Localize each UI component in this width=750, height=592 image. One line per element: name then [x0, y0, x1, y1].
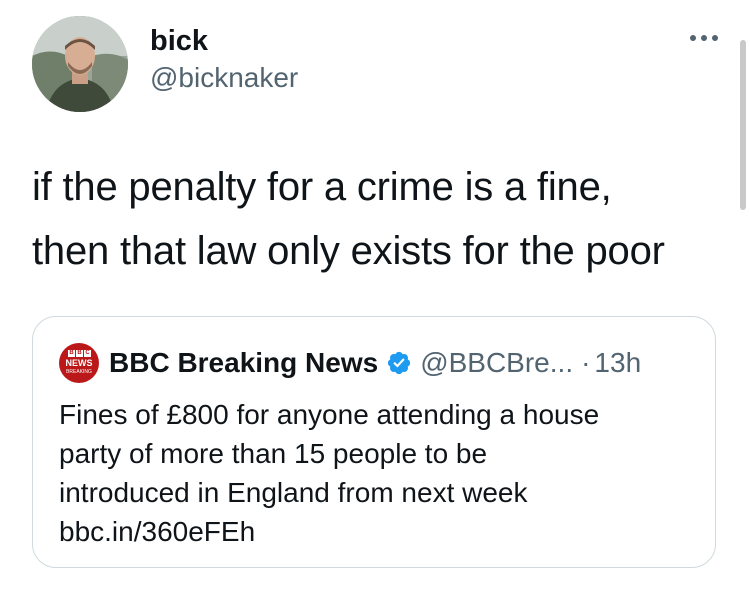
- quoted-text-line: Fines of £800 for anyone attending a hou…: [59, 399, 600, 430]
- bbc-letter-b1: B: [68, 350, 75, 357]
- quoted-tweet-header: B B C NEWS BREAKING BBC Breaking News @B…: [59, 343, 699, 383]
- quoted-account-handle[interactable]: @BBCBre...: [420, 347, 573, 379]
- quoted-tweet-time[interactable]: 13h: [594, 347, 641, 379]
- author-avatar[interactable]: [32, 16, 128, 112]
- author-display-name[interactable]: bick: [150, 24, 298, 58]
- quoted-text-line: party of more than 15 people to be: [59, 438, 488, 469]
- logo-breaking-text: BREAKING: [66, 369, 92, 375]
- bbc-blocks: B B C: [68, 350, 91, 357]
- separator-dot: ·: [581, 347, 591, 378]
- quoted-text-line: introduced in England from next week: [59, 477, 528, 508]
- quoted-tweet-card[interactable]: B B C NEWS BREAKING BBC Breaking News @B…: [32, 316, 716, 568]
- tweet-header: bick @bicknaker: [32, 16, 732, 112]
- tweet-text: if the penalty for a crime is a fine, th…: [32, 155, 732, 283]
- bbc-news-logo: B B C NEWS BREAKING: [59, 343, 99, 383]
- author-handle[interactable]: @bicknaker: [150, 60, 298, 96]
- verified-badge-icon: [388, 351, 411, 375]
- quoted-account-name[interactable]: BBC Breaking News: [109, 347, 378, 379]
- profile-photo-icon: [32, 16, 128, 112]
- tweet-text-line: if the penalty for a crime is a fine,: [32, 165, 612, 209]
- tweet: bick @bicknaker if the penalty for a cri…: [0, 0, 750, 592]
- tweet-text-line: then that law only exists for the poor: [32, 229, 665, 273]
- logo-news-text: NEWS: [65, 358, 93, 368]
- quoted-text-link[interactable]: bbc.in/360eFEh: [59, 512, 699, 551]
- author-names: bick @bicknaker: [150, 24, 298, 96]
- bbc-letter-c: C: [84, 350, 91, 357]
- scrollbar[interactable]: [740, 40, 746, 210]
- more-options-icon[interactable]: [686, 28, 722, 48]
- bbc-letter-b2: B: [76, 350, 83, 357]
- quoted-tweet-text: Fines of £800 for anyone attending a hou…: [59, 395, 699, 551]
